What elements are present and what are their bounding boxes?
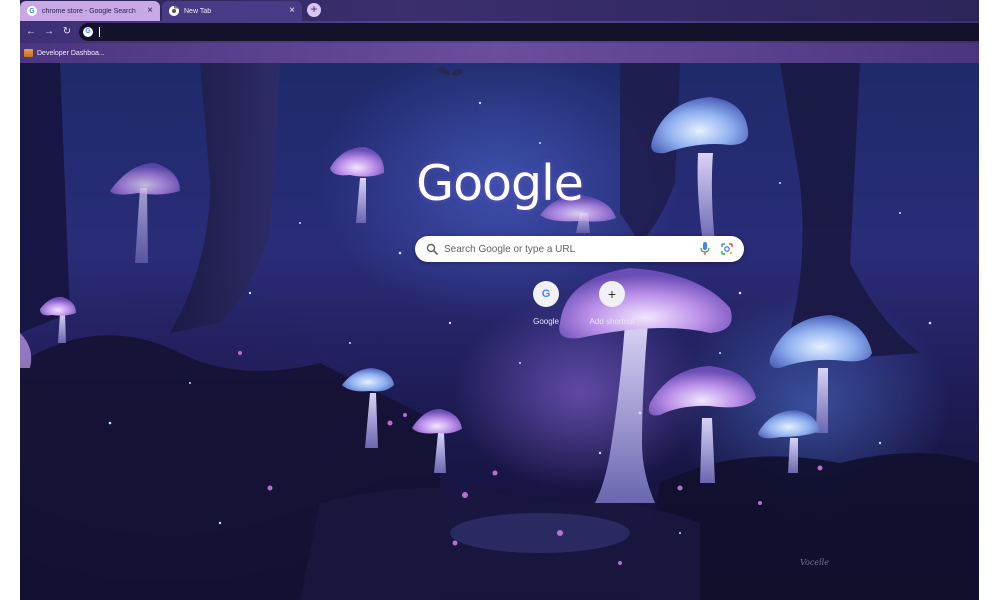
new-tab-page: Google G Google [20, 63, 979, 600]
shortcut-label: Google [533, 317, 559, 326]
google-lens-icon[interactable] [720, 242, 734, 256]
chrome-icon [169, 6, 179, 16]
google-g-icon: G [27, 6, 37, 16]
search-icon [426, 243, 438, 255]
tab-title: chrome store - Google Search [42, 7, 136, 15]
new-tab-button[interactable]: + [307, 3, 321, 17]
close-icon[interactable]: × [286, 6, 298, 16]
text-cursor [99, 27, 100, 37]
close-icon[interactable]: × [144, 6, 156, 16]
search-box[interactable] [415, 236, 744, 262]
tab-title: New Tab [184, 7, 212, 15]
reload-icon[interactable]: ↻ [60, 25, 74, 39]
bookmark-label: Developer Dashboa... [37, 49, 105, 57]
bookmark-developer-dashboard[interactable]: Developer Dashboa... [24, 47, 105, 59]
address-bar[interactable]: G [79, 23, 979, 41]
google-g-icon: G [533, 281, 559, 307]
toolbar: ← → ↻ G [20, 21, 979, 43]
bookmark-favicon [24, 49, 33, 57]
google-g-icon: G [83, 27, 93, 37]
artist-signature: Vocelle [800, 558, 829, 567]
microphone-icon[interactable] [700, 242, 710, 256]
back-arrow-icon[interactable]: ← [24, 25, 38, 39]
bookmarks-bar: Developer Dashboa... [20, 43, 979, 63]
search-input[interactable] [444, 236, 684, 262]
add-shortcut-button[interactable]: + Add shortcut [582, 281, 642, 326]
forest-background-image [20, 63, 979, 600]
plus-icon: + [599, 281, 625, 307]
tab-strip: G chrome store - Google Search × New Tab… [20, 0, 979, 21]
shortcut-google[interactable]: G Google [516, 281, 576, 326]
shortcut-label: Add shortcut [589, 317, 635, 326]
forward-arrow-icon[interactable]: → [42, 25, 56, 39]
browser-window: G chrome store - Google Search × New Tab… [20, 0, 979, 600]
tab-new-tab[interactable]: New Tab × [162, 1, 302, 21]
tab-chrome-store-search[interactable]: G chrome store - Google Search × [20, 1, 160, 21]
google-logo: Google [416, 155, 584, 212]
